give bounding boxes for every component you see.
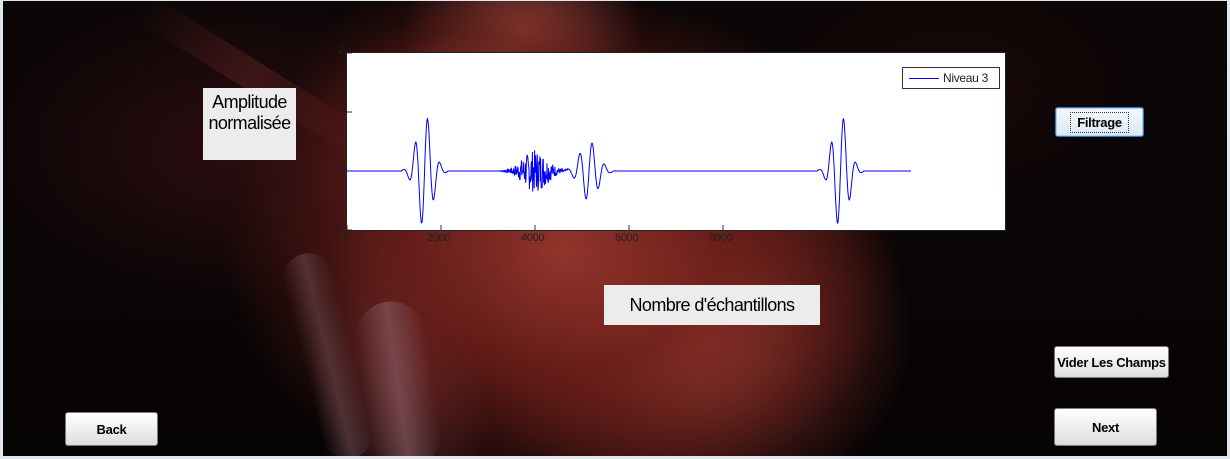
legend-entry: Niveau 3 <box>943 71 988 85</box>
y-tick-label: -1 <box>334 221 344 233</box>
series-line-niveau-3 <box>347 117 911 225</box>
x-tick-label: 8000 <box>709 232 733 244</box>
y-axis-label-line2: normalisée <box>208 113 291 133</box>
y-axis-label: Amplitude normalisée <box>203 88 296 160</box>
next-button[interactable]: Next <box>1054 408 1157 446</box>
x-tick-label: 0 <box>344 232 350 244</box>
filtrage-button-label: Filtrage <box>1070 111 1129 133</box>
x-tick-label: 4000 <box>521 232 545 244</box>
filtrage-button[interactable]: Filtrage <box>1055 107 1144 137</box>
vider-les-champs-button[interactable]: Vider Les Champs <box>1054 346 1169 378</box>
app-window: 0 2000 4000 6000 8000 -1 0 1 2 Niveau 3 Amplitud… <box>0 0 1230 459</box>
legend: Niveau 3 <box>902 67 1000 89</box>
y-tick-label: 1 <box>338 103 344 115</box>
x-tick-label: 6000 <box>615 232 639 244</box>
y-tick-label: 0 <box>338 162 344 174</box>
back-button[interactable]: Back <box>65 412 158 446</box>
x-tick-label: 2000 <box>427 232 451 244</box>
y-axis-label-line1: Amplitude <box>212 92 287 112</box>
x-axis-label: Nombre d'échantillons <box>604 285 820 325</box>
legend-line-swatch <box>909 78 939 79</box>
y-tick-label: 2 <box>338 44 344 56</box>
